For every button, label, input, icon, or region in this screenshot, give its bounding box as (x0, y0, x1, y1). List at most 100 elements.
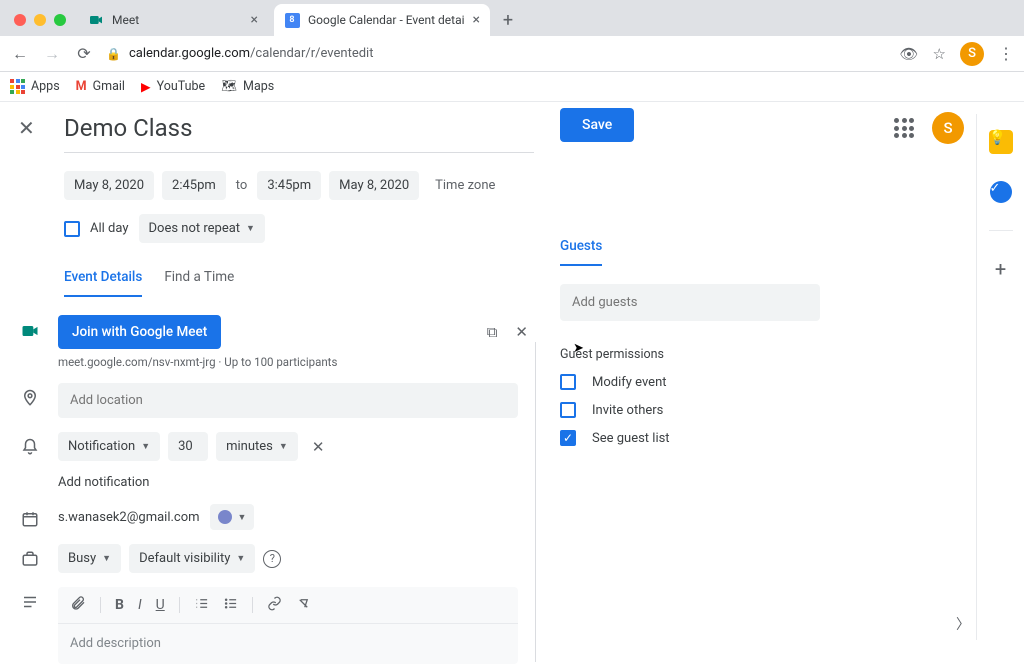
calendar-favicon: 8 (284, 12, 300, 28)
maps-icon: 🗺 (221, 79, 237, 94)
tab-title: Google Calendar - Event detai (308, 13, 465, 27)
apps-launcher-icon[interactable] (894, 118, 914, 138)
color-swatch (218, 510, 232, 524)
remove-meet-icon[interactable]: ✕ (515, 323, 528, 341)
close-tab-icon[interactable]: × (473, 12, 480, 28)
start-date-field[interactable]: May 8, 2020 (64, 171, 154, 200)
notification-value-input[interactable]: 30 (168, 432, 208, 461)
event-title-input[interactable] (64, 114, 540, 142)
minimize-window-button[interactable] (34, 14, 46, 26)
guest-permissions-title: Guest permissions (560, 347, 840, 362)
back-button[interactable]: ← (10, 44, 30, 64)
bold-icon[interactable]: B (115, 597, 124, 613)
bookmark-maps[interactable]: 🗺Maps (221, 79, 274, 94)
bookmark-youtube[interactable]: ▶YouTube (141, 79, 205, 95)
browser-tab-calendar[interactable]: 8 Google Calendar - Event detai × (274, 4, 490, 36)
bulleted-list-icon[interactable] (223, 596, 238, 615)
description-editor: B I U Add description (58, 587, 518, 664)
add-guests-input[interactable] (560, 284, 820, 321)
see-guest-list-label: See guest list (592, 431, 670, 446)
chevron-down-icon: ▼ (102, 553, 111, 564)
add-addon-button[interactable]: + (985, 253, 1017, 285)
description-toolbar: B I U (58, 587, 518, 624)
description-textarea[interactable]: Add description (58, 624, 518, 664)
tasks-button[interactable]: ✓ (985, 176, 1017, 208)
description-icon (18, 587, 42, 611)
see-guest-list-checkbox[interactable]: ✓ (560, 430, 576, 446)
notification-type-dropdown[interactable]: Notification▼ (58, 432, 160, 461)
youtube-icon: ▶ (141, 79, 151, 95)
attachment-icon[interactable] (70, 595, 86, 615)
add-notification-button[interactable]: Add notification (58, 475, 540, 490)
visibility-dropdown[interactable]: Default visibility▼ (129, 544, 255, 573)
close-window-button[interactable] (14, 14, 26, 26)
copy-link-icon[interactable]: ⧉ (487, 323, 498, 341)
calendar-email: s.wanasek2@gmail.com (58, 510, 200, 525)
account-avatar[interactable]: S (932, 112, 964, 144)
bookmark-apps[interactable]: Apps (10, 79, 60, 94)
chevron-down-icon: ▼ (238, 512, 247, 523)
side-separator (989, 230, 1013, 231)
tab-find-a-time[interactable]: Find a Time (164, 269, 234, 297)
recurrence-dropdown[interactable]: Does not repeat▼ (139, 214, 265, 243)
remove-notification-button[interactable]: ✕ (312, 438, 325, 456)
briefcase-icon (18, 544, 42, 568)
calendar-icon (18, 504, 42, 528)
url-path: /calendar/r/eventedit (250, 46, 373, 61)
location-input[interactable] (58, 383, 518, 418)
keep-button[interactable]: 💡 (985, 126, 1017, 158)
calendar-color-dropdown[interactable]: ▼ (210, 504, 255, 530)
help-icon[interactable]: ? (263, 550, 281, 568)
all-day-checkbox[interactable] (64, 221, 80, 237)
start-time-field[interactable]: 2:45pm (162, 171, 226, 200)
bookmarks-bar: Apps MGmail ▶YouTube 🗺Maps (0, 72, 1024, 102)
close-tab-icon[interactable]: × (251, 12, 258, 28)
italic-icon[interactable]: I (138, 597, 142, 613)
apps-icon (10, 79, 25, 94)
modify-event-checkbox[interactable] (560, 374, 576, 390)
bookmark-gmail[interactable]: MGmail (76, 79, 125, 94)
chevron-down-icon: ▼ (141, 441, 150, 452)
join-meet-button[interactable]: Join with Google Meet (58, 315, 221, 349)
new-tab-button[interactable]: + (494, 6, 522, 34)
timezone-button[interactable]: Time zone (435, 178, 495, 193)
url-host: calendar.google.com (129, 46, 250, 61)
maximize-window-button[interactable] (54, 14, 66, 26)
chevron-down-icon: ▼ (236, 553, 245, 564)
expand-panel-icon[interactable]: 〉 (956, 614, 970, 634)
underline-icon[interactable]: U (156, 597, 165, 613)
close-editor-button[interactable]: ✕ (18, 116, 42, 140)
notification-unit-dropdown[interactable]: minutes▼ (216, 432, 298, 461)
all-day-label: All day (90, 221, 129, 236)
link-icon[interactable] (267, 596, 282, 615)
end-time-field[interactable]: 3:45pm (257, 171, 321, 200)
browser-menu-button[interactable]: ⋮ (998, 44, 1014, 63)
meet-favicon (88, 12, 104, 28)
invite-others-checkbox[interactable] (560, 402, 576, 418)
save-button[interactable]: Save (560, 108, 634, 142)
url-field[interactable]: 🔒 calendar.google.com/calendar/r/evented… (106, 46, 888, 61)
availability-dropdown[interactable]: Busy▼ (58, 544, 121, 573)
window-controls (8, 14, 72, 36)
lock-icon: 🔒 (106, 47, 121, 61)
meet-subtext: meet.google.com/nsv-nxmt-jrg · Up to 100… (58, 355, 540, 369)
tab-event-details[interactable]: Event Details (64, 269, 142, 297)
meet-icon (18, 315, 42, 341)
browser-tab-meet[interactable]: Meet × (78, 4, 268, 36)
chevron-down-icon: ▼ (246, 223, 255, 234)
reload-button[interactable]: ⟳ (74, 44, 94, 63)
tab-guests[interactable]: Guests (560, 238, 602, 266)
star-icon[interactable]: ☆ (933, 45, 946, 63)
tab-title: Meet (112, 13, 139, 27)
end-date-field[interactable]: May 8, 2020 (329, 171, 419, 200)
profile-avatar[interactable]: S (960, 42, 984, 66)
eye-icon[interactable]: 👁 (900, 45, 919, 63)
side-panel: 💡 ✓ + (976, 114, 1024, 640)
browser-tab-strip: Meet × 8 Google Calendar - Event detai ×… (0, 0, 1024, 36)
tasks-icon: ✓ (990, 181, 1012, 203)
numbered-list-icon[interactable] (194, 596, 209, 615)
location-icon (18, 383, 42, 407)
address-bar: ← → ⟳ 🔒 calendar.google.com/calendar/r/e… (0, 36, 1024, 72)
forward-button[interactable]: → (42, 44, 62, 64)
clear-formatting-icon[interactable] (296, 596, 311, 615)
